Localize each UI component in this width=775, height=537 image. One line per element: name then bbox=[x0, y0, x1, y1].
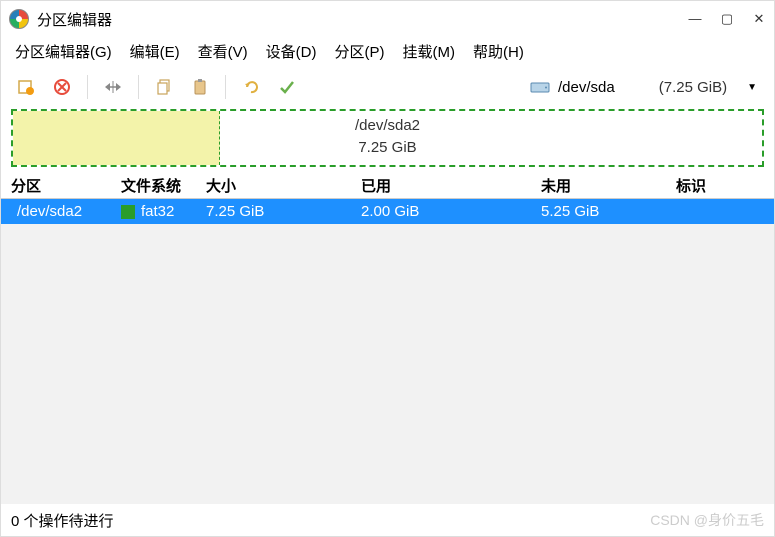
delete-partition-icon[interactable] bbox=[47, 72, 77, 102]
toolbar-separator bbox=[87, 75, 88, 99]
device-selector[interactable]: /dev/sda (7.25 GiB) ▼ bbox=[523, 76, 764, 99]
col-filesystem[interactable]: 文件系统 bbox=[121, 175, 206, 196]
cell-size: 7.25 GiB bbox=[206, 203, 361, 220]
titlebar: 分区编辑器 — ▢ ✕ bbox=[1, 1, 774, 37]
menu-partition[interactable]: 分区(P) bbox=[327, 37, 393, 66]
device-size: (7.25 GiB) bbox=[659, 79, 727, 96]
menubar: 分区编辑器(G) 编辑(E) 查看(V) 设备(D) 分区(P) 挂载(M) 帮… bbox=[1, 37, 774, 67]
table-header: 分区 文件系统 大小 已用 未用 标识 bbox=[1, 173, 774, 199]
watermark-text: CSDN @身价五毛 bbox=[650, 510, 764, 530]
empty-area bbox=[1, 224, 774, 504]
cell-filesystem: fat32 bbox=[121, 203, 206, 220]
apply-icon[interactable] bbox=[272, 72, 302, 102]
pending-operations: 0 个操作待进行 bbox=[11, 510, 114, 531]
copy-icon[interactable] bbox=[149, 72, 179, 102]
new-partition-icon[interactable] bbox=[11, 72, 41, 102]
resize-partition-icon[interactable] bbox=[98, 72, 128, 102]
chevron-down-icon: ▼ bbox=[747, 82, 757, 93]
fs-color-icon bbox=[121, 205, 135, 219]
partition-visual[interactable]: /dev/sda2 7.25 GiB bbox=[11, 109, 764, 167]
harddisk-icon bbox=[530, 80, 550, 94]
cell-free: 5.25 GiB bbox=[541, 203, 676, 220]
menu-mount[interactable]: 挂载(M) bbox=[395, 37, 464, 66]
col-free[interactable]: 未用 bbox=[541, 175, 676, 196]
menu-gparted[interactable]: 分区编辑器(G) bbox=[7, 37, 120, 66]
menu-edit[interactable]: 编辑(E) bbox=[122, 37, 188, 66]
menu-view[interactable]: 查看(V) bbox=[190, 37, 256, 66]
device-name: /dev/sda bbox=[558, 79, 615, 96]
cell-used: 2.00 GiB bbox=[361, 203, 541, 220]
toolbar-separator bbox=[138, 75, 139, 99]
partition-visual-name: /dev/sda2 bbox=[13, 117, 762, 134]
window-title: 分区编辑器 bbox=[37, 9, 688, 30]
table-row[interactable]: /dev/sda2 fat32 7.25 GiB 2.00 GiB 5.25 G… bbox=[1, 199, 774, 224]
close-button[interactable]: ✕ bbox=[752, 11, 766, 27]
col-partition[interactable]: 分区 bbox=[11, 175, 121, 196]
maximize-button[interactable]: ▢ bbox=[720, 11, 734, 27]
menu-help[interactable]: 帮助(H) bbox=[465, 37, 532, 66]
minimize-button[interactable]: — bbox=[688, 11, 702, 27]
app-logo-icon bbox=[9, 9, 29, 29]
toolbar: /dev/sda (7.25 GiB) ▼ bbox=[1, 67, 774, 107]
paste-icon[interactable] bbox=[185, 72, 215, 102]
toolbar-separator bbox=[225, 75, 226, 99]
col-size[interactable]: 大小 bbox=[206, 175, 361, 196]
cell-partition: /dev/sda2 bbox=[11, 203, 121, 220]
statusbar: 0 个操作待进行 CSDN @身价五毛 bbox=[1, 504, 774, 536]
col-used[interactable]: 已用 bbox=[361, 175, 541, 196]
undo-icon[interactable] bbox=[236, 72, 266, 102]
partition-visual-size: 7.25 GiB bbox=[13, 139, 762, 156]
col-flags[interactable]: 标识 bbox=[676, 175, 764, 196]
menu-device[interactable]: 设备(D) bbox=[258, 37, 325, 66]
